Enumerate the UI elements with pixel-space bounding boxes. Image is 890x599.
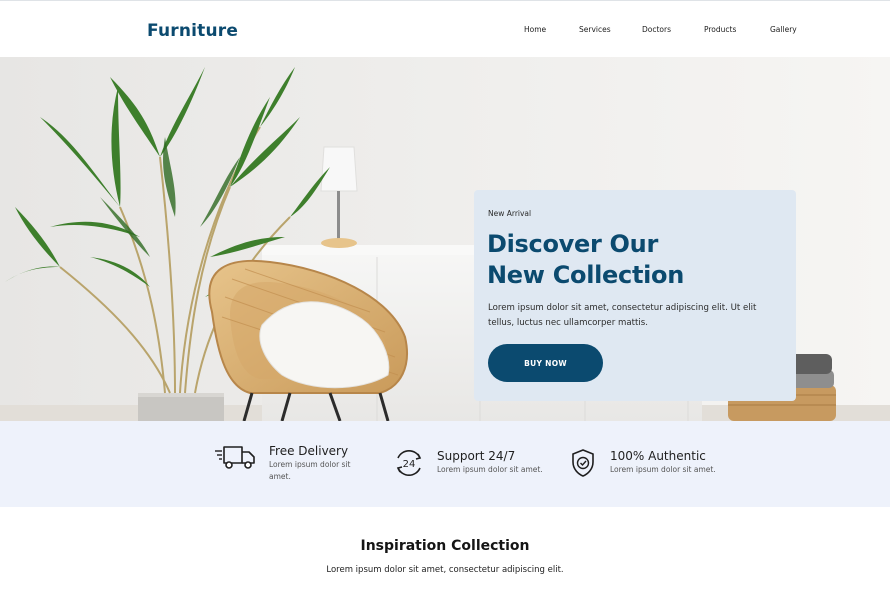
svg-text:24: 24 xyxy=(403,459,416,470)
nav-home[interactable]: Home xyxy=(524,25,546,34)
feature-desc: Lorem ipsum dolor sit amet. xyxy=(437,465,543,474)
hero-text: Lorem ipsum dolor sit amet, consectetur … xyxy=(488,303,757,328)
feature-support: 24 Support 24/7 Lorem ipsum dolor sit am… xyxy=(392,421,562,507)
support-24-7-icon: 24 xyxy=(396,450,422,476)
hero-title: Discover Our New Collection xyxy=(487,229,787,291)
feature-desc: Lorem ipsum dolor sit amet. xyxy=(269,460,351,481)
feature-title: Free Delivery xyxy=(269,444,349,458)
nav-doctors[interactable]: Doctors xyxy=(642,25,671,34)
inspiration-title: Inspiration Collection xyxy=(360,538,530,554)
hero-section: New Arrival Discover Our New Collection … xyxy=(0,57,890,421)
feature-title: 100% Authentic xyxy=(610,449,706,463)
feature-title: Support 24/7 xyxy=(437,449,516,463)
delivery-truck-icon xyxy=(215,446,255,469)
hero-title-line-2: New Collection xyxy=(487,261,685,289)
feature-desc: Lorem ipsum dolor sit amet. xyxy=(610,465,716,474)
hero-title-line-1: Discover Our xyxy=(487,230,658,258)
shield-check-icon xyxy=(572,449,594,477)
hero-card: New Arrival Discover Our New Collection … xyxy=(474,190,796,401)
nav-gallery[interactable]: Gallery xyxy=(770,25,797,34)
site-header: Furniture Home Services Doctors Products… xyxy=(0,1,890,57)
main-nav: Home Services Doctors Products Gallery xyxy=(0,25,890,39)
buy-now-button[interactable]: BUY NOW xyxy=(488,344,603,382)
hero-eyebrow: New Arrival xyxy=(488,209,532,218)
feature-authentic: 100% Authentic Lorem ipsum dolor sit ame… xyxy=(570,421,740,507)
feature-free-delivery: Free Delivery Lorem ipsum dolor sit amet… xyxy=(214,421,374,507)
inspiration-subtitle: Lorem ipsum dolor sit amet, consectetur … xyxy=(326,565,564,575)
features-bar: Free Delivery Lorem ipsum dolor sit amet… xyxy=(0,421,890,507)
nav-products[interactable]: Products xyxy=(704,25,736,34)
nav-services[interactable]: Services xyxy=(579,25,611,34)
